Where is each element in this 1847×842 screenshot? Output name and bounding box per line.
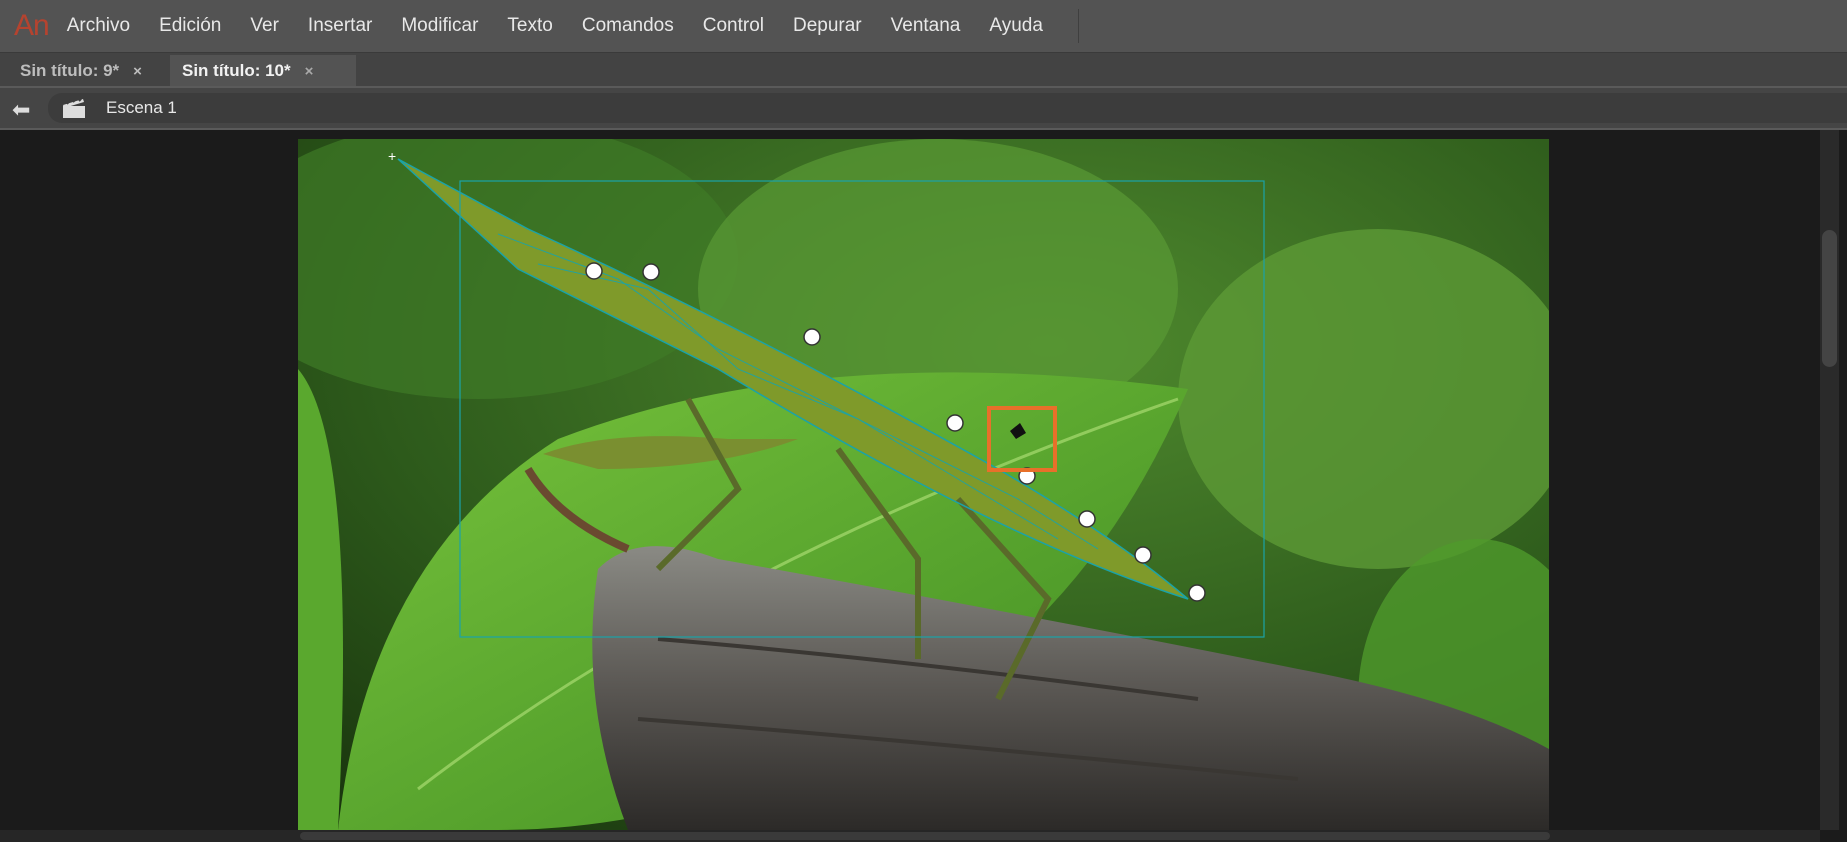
menu-divider [1077, 9, 1079, 43]
tab-sin-titulo-10[interactable]: Sin título: 10* × [170, 55, 356, 87]
menu-depurar[interactable]: Depurar [793, 15, 862, 37]
menu-texto[interactable]: Texto [507, 15, 552, 37]
scene-name[interactable]: Escena 1 [106, 98, 177, 118]
scroll-thumb[interactable] [1822, 230, 1837, 367]
edit-bar: ⬅ Escena 1 [0, 86, 1847, 130]
close-icon[interactable]: × [133, 63, 142, 80]
menu-control[interactable]: Control [703, 15, 764, 37]
mantis-photo: + [298, 139, 1549, 830]
menu-edicion[interactable]: Edición [159, 15, 221, 37]
clapperboard-icon [63, 98, 85, 118]
svg-text:+: + [388, 148, 396, 164]
menu-ver[interactable]: Ver [250, 15, 279, 37]
vertical-scrollbar[interactable] [1820, 130, 1839, 830]
app-logo: An [14, 9, 50, 42]
menu-modificar[interactable]: Modificar [401, 15, 478, 37]
menu-ayuda[interactable]: Ayuda [989, 15, 1043, 37]
menu-bar: An Archivo Edición Ver Insertar Modifica… [0, 0, 1847, 52]
breadcrumb: Escena 1 [48, 93, 1847, 123]
horizontal-scrollbar[interactable] [0, 830, 1820, 842]
arrow-left-icon[interactable]: ⬅ [12, 97, 30, 123]
tab-label: Sin título: 10* [182, 61, 291, 80]
document-tabs: Sin título: 9* × Sin título: 10* × [0, 52, 1847, 87]
tab-sin-titulo-9[interactable]: Sin título: 9* × [8, 55, 154, 87]
scroll-thumb[interactable] [300, 832, 1550, 840]
menu-ventana[interactable]: Ventana [891, 15, 961, 37]
menu-insertar[interactable]: Insertar [308, 15, 372, 37]
close-icon[interactable]: × [305, 63, 314, 80]
stage-canvas[interactable]: + [298, 139, 1549, 830]
menu-comandos[interactable]: Comandos [582, 15, 674, 37]
menu-archivo[interactable]: Archivo [67, 15, 130, 37]
tab-label: Sin título: 9* [20, 61, 120, 80]
